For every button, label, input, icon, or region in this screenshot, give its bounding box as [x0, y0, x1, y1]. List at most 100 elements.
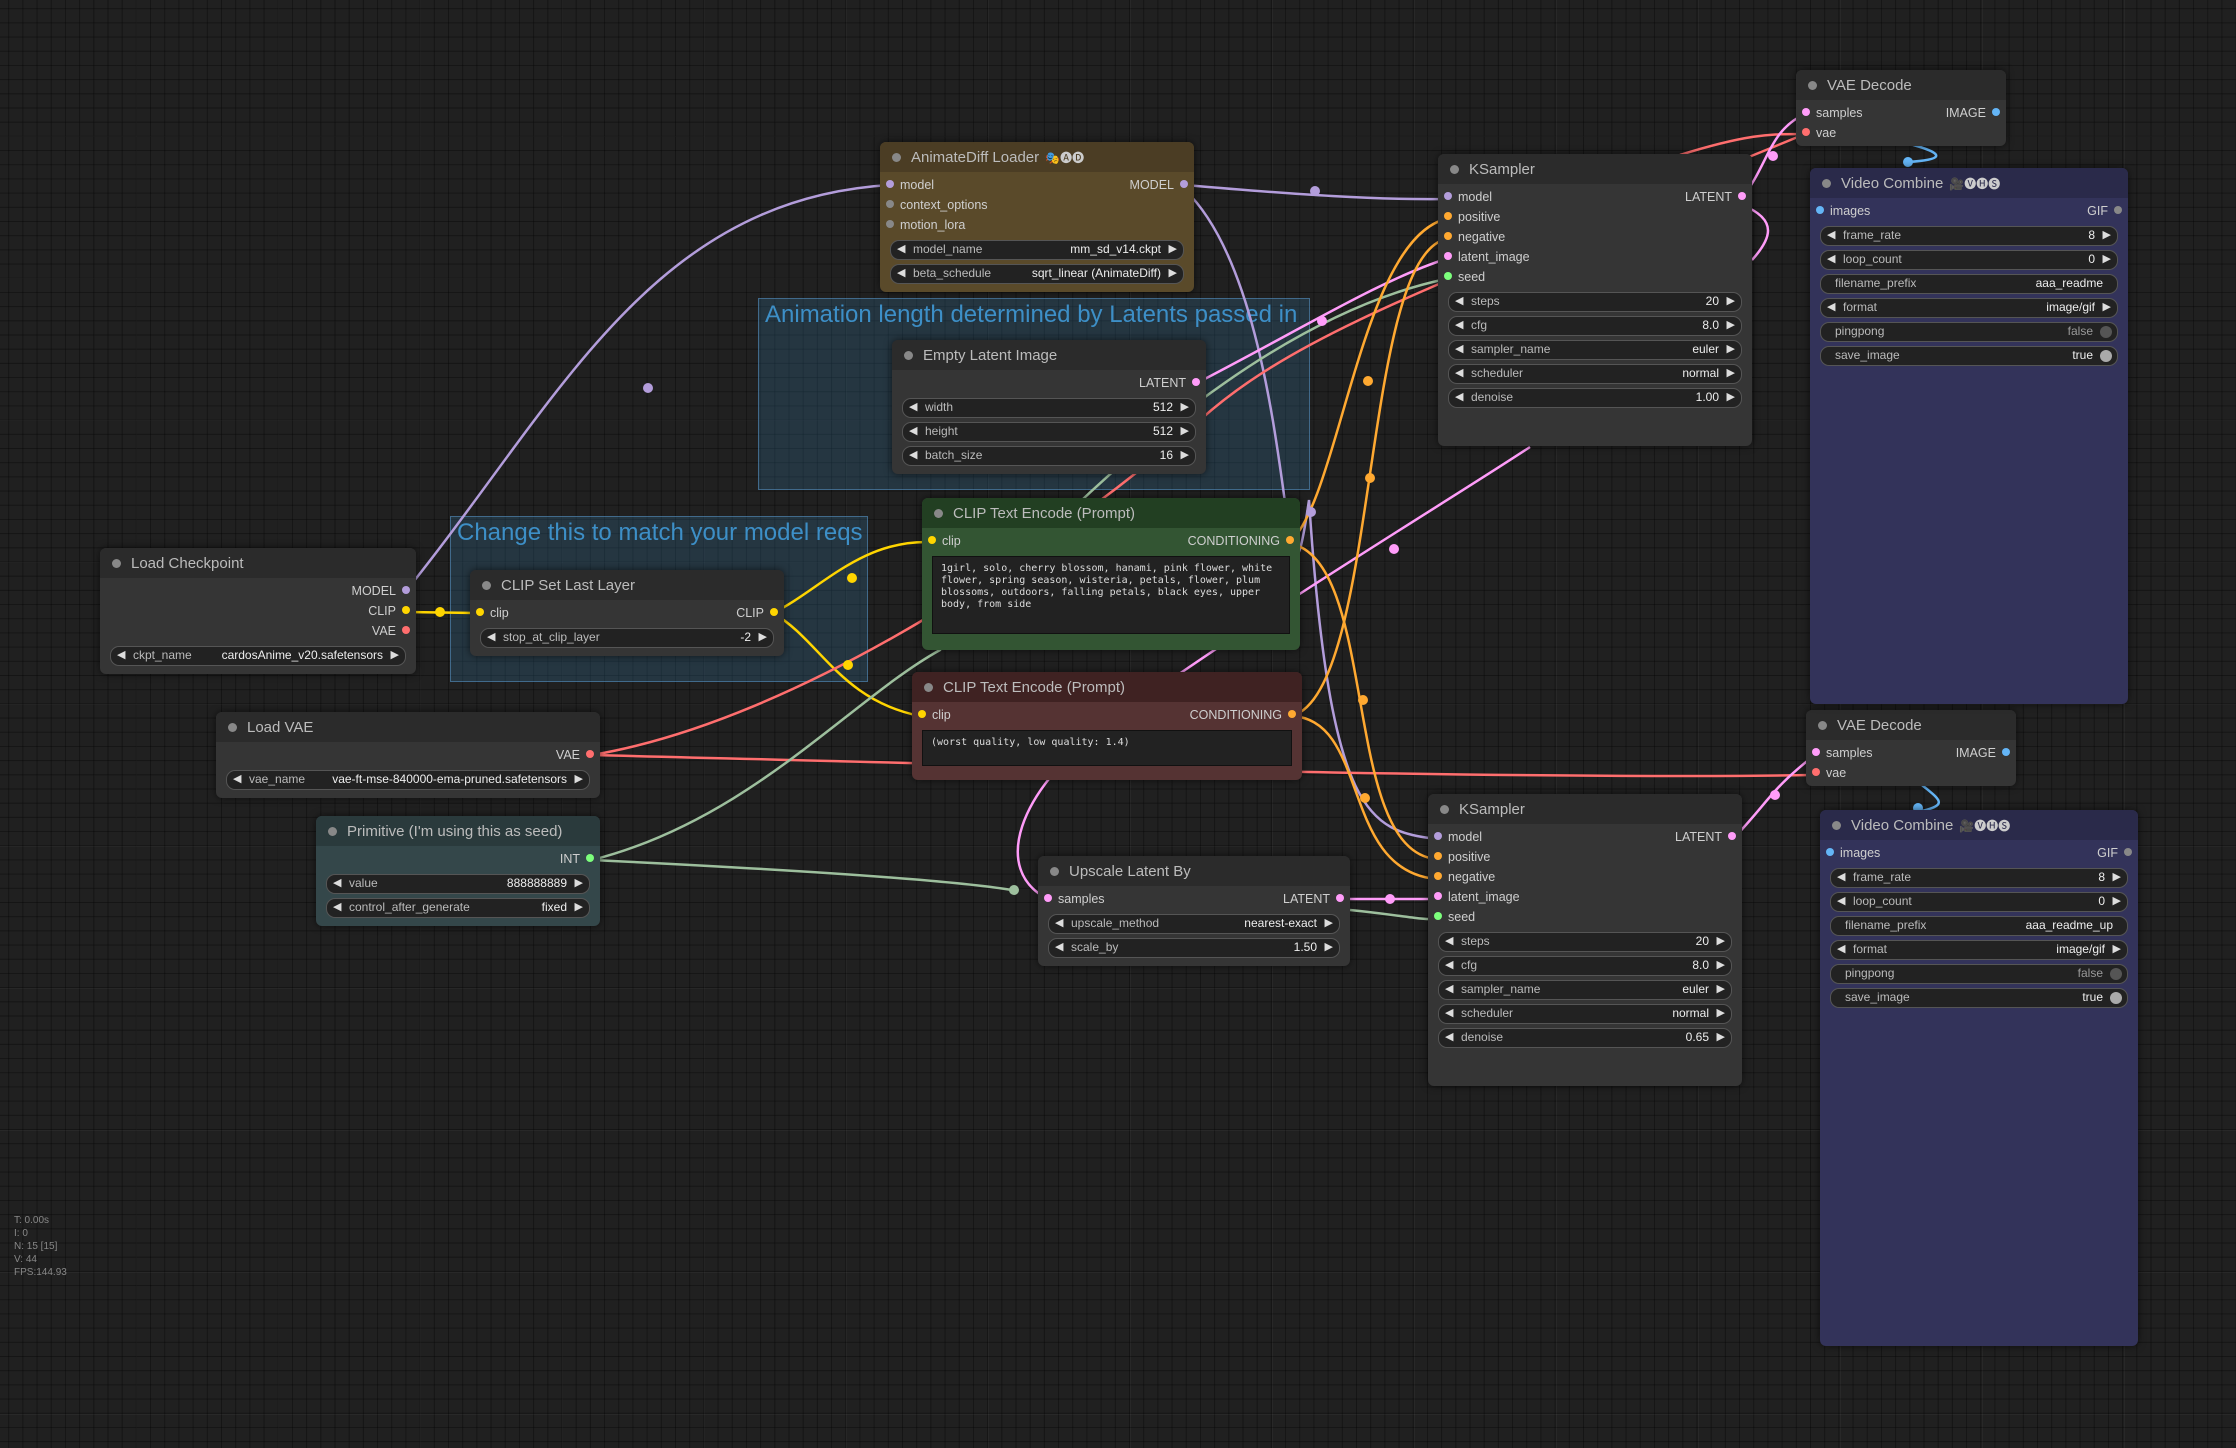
node-animatediff-loader[interactable]: AnimateDiff Loader 🎭🅐🅓 model MODEL context…	[880, 142, 1194, 292]
node-title-bar[interactable]: CLIP Text Encode (Prompt)	[922, 498, 1300, 528]
input-images-slot[interactable]	[1826, 848, 1834, 856]
output-image-slot[interactable]	[2002, 748, 2010, 756]
input-positive-slot[interactable]	[1444, 212, 1452, 220]
node-title-bar[interactable]: Load Checkpoint	[100, 548, 416, 578]
input-negative-slot[interactable]	[1434, 872, 1442, 880]
node-title-bar[interactable]: Load VAE	[216, 712, 600, 742]
node-title-bar[interactable]: VAE Decode	[1806, 710, 2016, 740]
input-seed-slot[interactable]	[1444, 272, 1452, 280]
input-seed-slot[interactable]	[1434, 912, 1442, 920]
input-vae-slot[interactable]	[1812, 768, 1820, 776]
node-title-bar[interactable]: KSampler	[1428, 794, 1742, 824]
node-title-bar[interactable]: Video Combine 🎥🅥🅗🅢	[1810, 168, 2128, 198]
negative-prompt-textarea[interactable]: (worst quality, low quality: 1.4)	[922, 730, 1292, 766]
node-primitive-seed[interactable]: Primitive (I'm using this as seed) INT ◀…	[316, 816, 600, 926]
arrow-left-icon[interactable]: ◀	[909, 448, 917, 461]
output-gif-slot[interactable]	[2124, 848, 2132, 856]
node-title-bar[interactable]: CLIP Text Encode (Prompt)	[912, 672, 1302, 702]
arrow-right-icon[interactable]: ▶	[1727, 342, 1735, 355]
arrow-right-icon[interactable]: ▶	[1181, 448, 1189, 461]
control-after-generate-combo[interactable]: ◀ control_after_generate fixed ▶	[326, 898, 590, 918]
output-int-slot[interactable]	[586, 854, 594, 862]
arrow-left-icon[interactable]: ◀	[1455, 366, 1463, 379]
output-vae-slot[interactable]	[402, 626, 410, 634]
output-latent-slot[interactable]	[1336, 894, 1344, 902]
output-clip-slot[interactable]	[402, 606, 410, 614]
arrow-left-icon[interactable]: ◀	[1837, 942, 1845, 955]
scheduler-combo[interactable]: ◀ scheduler normal ▶	[1448, 364, 1742, 384]
input-clip-slot[interactable]	[918, 710, 926, 718]
arrow-left-icon[interactable]: ◀	[1837, 870, 1845, 883]
input-samples-slot[interactable]	[1802, 108, 1810, 116]
arrow-left-icon[interactable]: ◀	[117, 648, 125, 661]
arrow-right-icon[interactable]: ▶	[1717, 934, 1725, 947]
arrow-left-icon[interactable]: ◀	[897, 266, 905, 279]
arrow-right-icon[interactable]: ▶	[575, 772, 583, 785]
frame-rate-stepper[interactable]: ◀ frame_rate 8 ▶	[1830, 868, 2128, 888]
collapse-dot-icon[interactable]	[1832, 820, 1841, 830]
node-title-bar[interactable]: KSampler	[1438, 154, 1752, 184]
node-clip-text-encode-positive[interactable]: CLIP Text Encode (Prompt) clip CONDITIONI…	[922, 498, 1300, 650]
arrow-right-icon[interactable]: ▶	[391, 648, 399, 661]
ckpt-name-combo[interactable]: ◀ ckpt_name cardosAnime_v20.safetensors ▶	[110, 646, 406, 666]
arrow-left-icon[interactable]: ◀	[233, 772, 241, 785]
stop-at-clip-layer-stepper[interactable]: ◀ stop_at_clip_layer -2 ▶	[480, 628, 774, 648]
arrow-left-icon[interactable]: ◀	[1827, 300, 1835, 313]
output-gif-slot[interactable]	[2114, 206, 2122, 214]
arrow-right-icon[interactable]: ▶	[1717, 1006, 1725, 1019]
collapse-dot-icon[interactable]	[1050, 866, 1059, 876]
arrow-right-icon[interactable]: ▶	[1181, 424, 1189, 437]
height-stepper[interactable]: ◀ height 512 ▶	[902, 422, 1196, 442]
node-title-bar[interactable]: Video Combine 🎥🅥🅗🅢	[1820, 810, 2138, 840]
input-model-slot[interactable]	[1444, 192, 1452, 200]
output-model-slot[interactable]	[402, 586, 410, 594]
arrow-left-icon[interactable]: ◀	[1055, 940, 1063, 953]
input-vae-slot[interactable]	[1802, 128, 1810, 136]
arrow-left-icon[interactable]: ◀	[333, 900, 341, 913]
filename-prefix-field[interactable]: filename_prefix aaa_readme_up	[1830, 916, 2128, 936]
node-empty-latent-image[interactable]: Empty Latent Image LATENT ◀ width 512 ▶ ◀ he…	[892, 340, 1206, 474]
arrow-left-icon[interactable]: ◀	[1455, 342, 1463, 355]
steps-stepper[interactable]: ◀ steps 20 ▶	[1438, 932, 1732, 952]
collapse-dot-icon[interactable]	[228, 722, 237, 732]
output-model-slot[interactable]	[1180, 180, 1188, 188]
input-clip-slot[interactable]	[476, 608, 484, 616]
arrow-left-icon[interactable]: ◀	[1445, 982, 1453, 995]
node-video-combine-2[interactable]: Video Combine 🎥🅥🅗🅢 images GIF ◀ frame_rate 8…	[1820, 810, 2138, 1346]
input-motion-lora-slot[interactable]	[886, 220, 894, 228]
sampler-name-combo[interactable]: ◀ sampler_name euler ▶	[1448, 340, 1742, 360]
arrow-left-icon[interactable]: ◀	[333, 876, 341, 889]
scheduler-combo[interactable]: ◀ scheduler normal ▶	[1438, 1004, 1732, 1024]
loop-count-stepper[interactable]: ◀ loop_count 0 ▶	[1820, 250, 2118, 270]
cfg-stepper[interactable]: ◀ cfg 8.0 ▶	[1448, 316, 1742, 336]
arrow-right-icon[interactable]: ▶	[575, 900, 583, 913]
batch-size-stepper[interactable]: ◀ batch_size 16 ▶	[902, 446, 1196, 466]
filename-prefix-field[interactable]: filename_prefix aaa_readme	[1820, 274, 2118, 294]
arrow-right-icon[interactable]: ▶	[2113, 870, 2121, 883]
arrow-left-icon[interactable]: ◀	[1455, 294, 1463, 307]
arrow-left-icon[interactable]: ◀	[897, 242, 905, 255]
arrow-left-icon[interactable]: ◀	[909, 400, 917, 413]
input-latent-image-slot[interactable]	[1434, 892, 1442, 900]
output-latent-slot[interactable]	[1738, 192, 1746, 200]
arrow-left-icon[interactable]: ◀	[487, 630, 495, 643]
denoise-stepper[interactable]: ◀ denoise 1.00 ▶	[1448, 388, 1742, 408]
node-title-bar[interactable]: AnimateDiff Loader 🎭🅐🅓	[880, 142, 1194, 172]
collapse-dot-icon[interactable]	[1818, 720, 1827, 730]
node-ksampler-2[interactable]: KSampler model LATENT positive negative l…	[1428, 794, 1742, 1086]
node-load-vae[interactable]: Load VAE VAE ◀ vae_name vae-ft-mse-840000-…	[216, 712, 600, 798]
collapse-dot-icon[interactable]	[1440, 804, 1449, 814]
arrow-right-icon[interactable]: ▶	[759, 630, 767, 643]
output-clip-slot[interactable]	[770, 608, 778, 616]
arrow-right-icon[interactable]: ▶	[2113, 942, 2121, 955]
arrow-left-icon[interactable]: ◀	[1445, 1030, 1453, 1043]
arrow-right-icon[interactable]: ▶	[1181, 400, 1189, 413]
arrow-right-icon[interactable]: ▶	[1717, 958, 1725, 971]
scale-by-stepper[interactable]: ◀ scale_by 1.50 ▶	[1048, 938, 1340, 958]
frame-rate-stepper[interactable]: ◀ frame_rate 8 ▶	[1820, 226, 2118, 246]
arrow-left-icon[interactable]: ◀	[1445, 958, 1453, 971]
arrow-left-icon[interactable]: ◀	[1837, 894, 1845, 907]
collapse-dot-icon[interactable]	[482, 580, 491, 590]
collapse-dot-icon[interactable]	[904, 350, 913, 360]
denoise-stepper[interactable]: ◀ denoise 0.65 ▶	[1438, 1028, 1732, 1048]
